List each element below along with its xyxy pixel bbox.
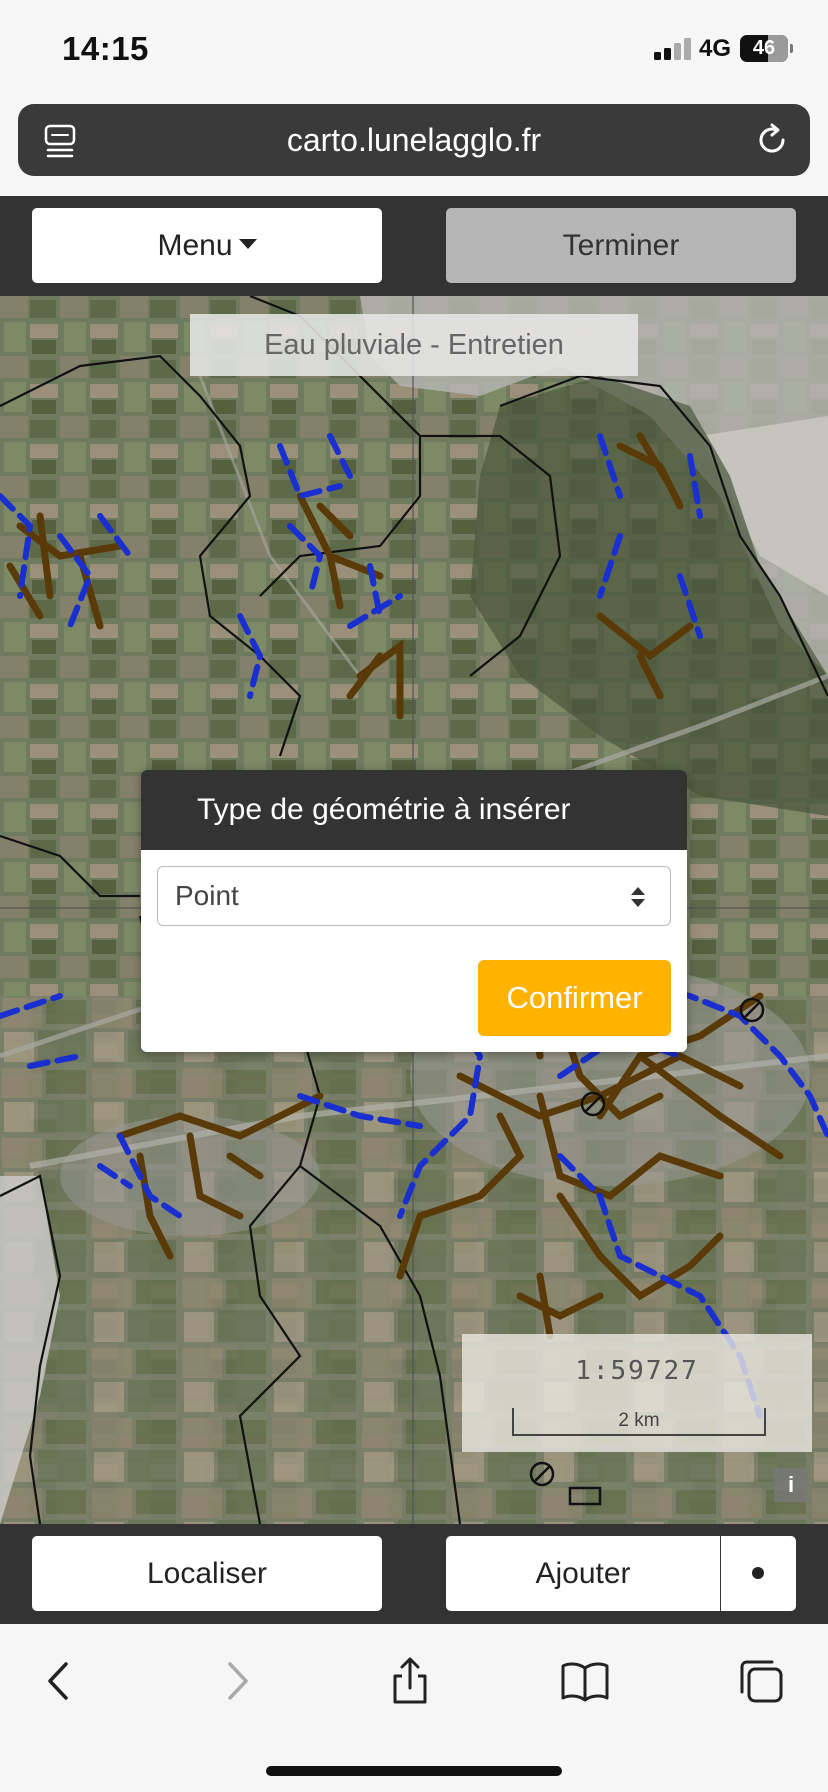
browser-toolbar bbox=[0, 1624, 828, 1792]
status-bar: 14:15 4G 46 bbox=[0, 0, 828, 100]
battery-icon: 46 bbox=[740, 35, 793, 62]
scale-ratio: 1:59727 bbox=[575, 1356, 699, 1386]
menu-button[interactable]: Menu bbox=[32, 208, 382, 283]
back-icon[interactable] bbox=[34, 1656, 84, 1706]
geometry-point-button[interactable] bbox=[721, 1536, 796, 1611]
dialog-title: Type de géométrie à insérer bbox=[141, 770, 687, 850]
point-icon bbox=[752, 1567, 764, 1579]
share-icon[interactable] bbox=[385, 1656, 435, 1706]
scale-bar: 2 km bbox=[512, 1408, 766, 1436]
layer-title: Eau pluviale - Entretien bbox=[190, 314, 638, 376]
caret-down-icon bbox=[238, 239, 257, 250]
home-indicator bbox=[266, 1766, 562, 1776]
battery-level: 46 bbox=[752, 37, 776, 59]
status-time: 14:15 bbox=[62, 30, 149, 67]
finish-button[interactable]: Terminer bbox=[446, 208, 796, 283]
address-bar[interactable]: carto.lunelagglo.fr bbox=[18, 104, 810, 176]
menu-button-label: Menu bbox=[157, 229, 233, 262]
reload-icon[interactable] bbox=[754, 122, 790, 158]
network-type: 4G bbox=[699, 35, 732, 62]
geometry-type-dialog: Type de géométrie à insérer Point Confir… bbox=[141, 770, 687, 1052]
url-text[interactable]: carto.lunelagglo.fr bbox=[18, 104, 810, 176]
app-header: Menu Terminer bbox=[0, 196, 828, 296]
geometry-type-value: Point bbox=[175, 880, 239, 911]
add-button[interactable]: Ajouter bbox=[446, 1536, 720, 1611]
locate-button[interactable]: Localiser bbox=[32, 1536, 382, 1611]
select-arrows-icon bbox=[631, 887, 645, 907]
scale-label: 2 km bbox=[618, 1410, 660, 1431]
confirm-button[interactable]: Confirmer bbox=[478, 960, 671, 1036]
scale-widget: 1:59727 2 km bbox=[462, 1334, 812, 1452]
tabs-overview-icon[interactable] bbox=[736, 1656, 786, 1706]
info-button[interactable]: i bbox=[774, 1468, 808, 1502]
bottom-bar: Localiser Ajouter bbox=[0, 1524, 828, 1624]
geometry-type-select[interactable]: Point bbox=[157, 866, 671, 926]
bookmarks-icon[interactable] bbox=[560, 1656, 610, 1706]
signal-icon bbox=[654, 38, 694, 60]
forward-icon[interactable] bbox=[212, 1656, 262, 1706]
